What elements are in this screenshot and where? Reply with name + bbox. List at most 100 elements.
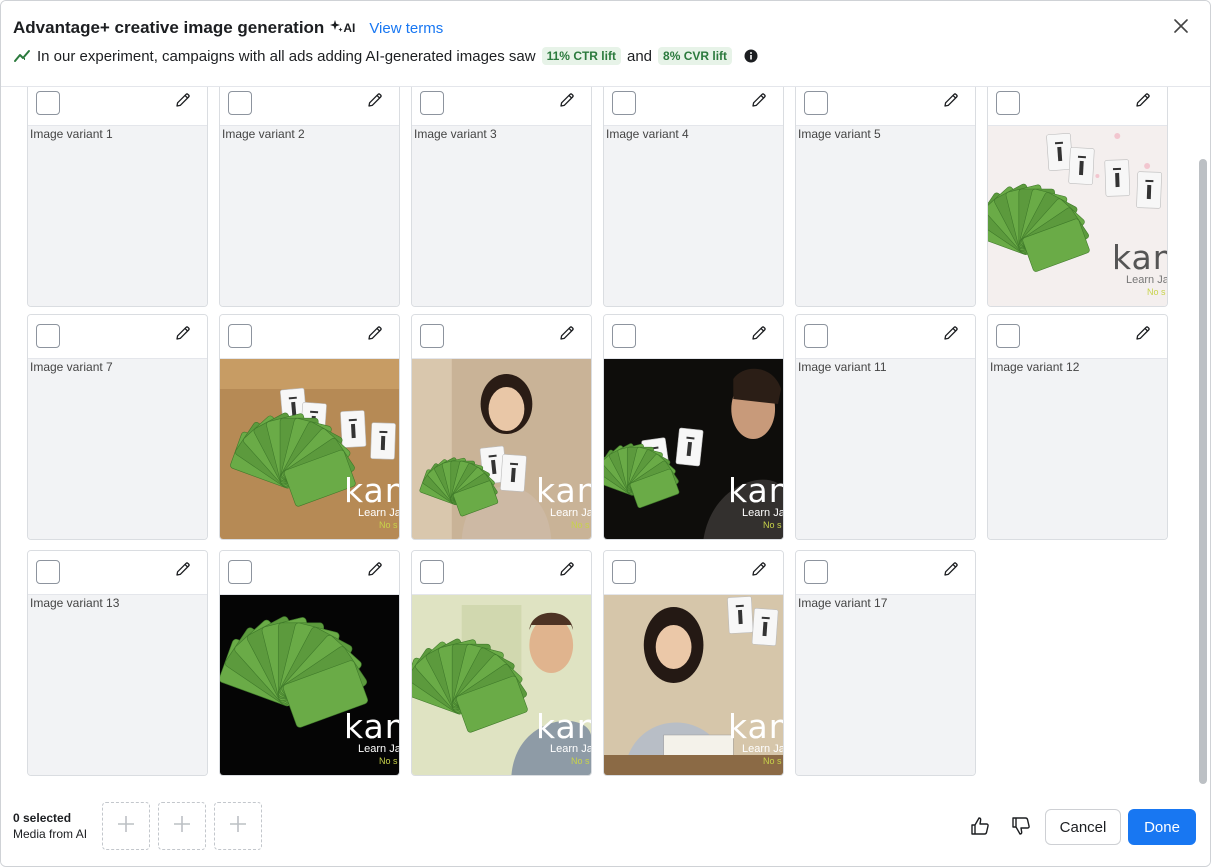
info-icon[interactable] — [744, 49, 758, 63]
sparkle-icon — [330, 20, 343, 36]
select-checkbox[interactable] — [36, 324, 60, 348]
edit-button[interactable] — [557, 92, 577, 112]
card-toolbar — [988, 87, 1167, 126]
image-variant-card[interactable]: Image variant 13 — [27, 550, 208, 776]
image-variant-card[interactable]: Image variant 5 — [795, 87, 976, 307]
image-alt-text: Image variant 12 — [990, 360, 1080, 374]
image-variant-card[interactable]: Image variant 3 — [411, 87, 592, 307]
card-image-area[interactable]: kanjLearn JaNo s — [604, 359, 783, 539]
select-checkbox[interactable] — [420, 560, 444, 584]
brand-tagline: No s — [763, 756, 782, 766]
done-button[interactable]: Done — [1128, 809, 1196, 845]
select-checkbox[interactable] — [420, 324, 444, 348]
pencil-icon — [559, 325, 575, 346]
card-toolbar — [796, 87, 975, 126]
brand-subtitle: Learn Ja — [1126, 274, 1167, 286]
card-toolbar — [220, 87, 399, 126]
image-variant-card[interactable]: Image variant 7 — [27, 314, 208, 540]
card-image-area[interactable]: Image variant 13 — [28, 595, 207, 775]
image-variant-card[interactable]: kanjLearn JaNo s — [411, 550, 592, 776]
image-variant-card[interactable]: kanjLearn JaNo s — [411, 314, 592, 540]
select-checkbox[interactable] — [612, 324, 636, 348]
select-checkbox[interactable] — [996, 324, 1020, 348]
select-checkbox[interactable] — [804, 560, 828, 584]
empty-media-slot[interactable] — [214, 802, 262, 850]
select-checkbox[interactable] — [420, 91, 444, 115]
card-image-area[interactable]: kanjLearn JaNo s — [604, 595, 783, 775]
brand-subtitle: Learn Ja — [742, 743, 783, 755]
edit-button[interactable] — [173, 561, 193, 581]
edit-button[interactable] — [749, 561, 769, 581]
edit-button[interactable] — [173, 92, 193, 112]
image-variant-card[interactable]: kanjLearn JaNo s — [603, 550, 784, 776]
card-image-area[interactable]: Image variant 12 — [988, 359, 1167, 539]
thumbs-down-button[interactable] — [1010, 816, 1032, 839]
brand-subtitle: Learn Ja — [358, 743, 399, 755]
select-checkbox[interactable] — [228, 560, 252, 584]
plus-icon — [229, 815, 247, 838]
select-checkbox[interactable] — [996, 91, 1020, 115]
edit-button[interactable] — [173, 325, 193, 345]
card-image-area[interactable]: Image variant 17 — [796, 595, 975, 775]
image-variant-card[interactable]: kanjLearn JaNo s — [603, 314, 784, 540]
select-checkbox[interactable] — [804, 324, 828, 348]
close-button[interactable] — [1170, 17, 1192, 39]
select-checkbox[interactable] — [36, 91, 60, 115]
pencil-icon — [367, 92, 383, 113]
card-image-area[interactable]: Image variant 11 — [796, 359, 975, 539]
edit-button[interactable] — [941, 325, 961, 345]
card-image-area[interactable]: Image variant 7 — [28, 359, 207, 539]
image-variant-card[interactable]: kanjLearn JaNo s — [987, 87, 1168, 307]
close-icon — [1174, 18, 1188, 38]
edit-button[interactable] — [557, 325, 577, 345]
edit-button[interactable] — [941, 561, 961, 581]
image-variant-card[interactable]: Image variant 1 — [27, 87, 208, 307]
empty-media-slot[interactable] — [158, 802, 206, 850]
pencil-icon — [175, 561, 191, 582]
image-variant-card[interactable]: Image variant 12 — [987, 314, 1168, 540]
image-variant-card[interactable]: Image variant 17 — [795, 550, 976, 776]
pencil-icon — [175, 325, 191, 346]
edit-button[interactable] — [941, 92, 961, 112]
image-variant-card[interactable]: Image variant 2 — [219, 87, 400, 307]
card-image-area[interactable]: Image variant 1 — [28, 126, 207, 306]
card-image-area[interactable]: Image variant 5 — [796, 126, 975, 306]
edit-button[interactable] — [365, 325, 385, 345]
empty-media-slot[interactable] — [102, 802, 150, 850]
edit-button[interactable] — [749, 325, 769, 345]
card-toolbar — [28, 551, 207, 595]
edit-button[interactable] — [1133, 92, 1153, 112]
card-image-area[interactable]: Image variant 4 — [604, 126, 783, 306]
card-toolbar — [412, 551, 591, 595]
edit-button[interactable] — [365, 92, 385, 112]
card-image-area[interactable]: kanjLearn JaNo s — [220, 595, 399, 775]
card-image-area[interactable]: Image variant 2 — [220, 126, 399, 306]
view-terms-link[interactable]: View terms — [369, 20, 443, 37]
card-toolbar — [988, 315, 1167, 359]
cancel-button[interactable]: Cancel — [1045, 809, 1121, 845]
thumbs-up-button[interactable] — [969, 816, 991, 839]
edit-button[interactable] — [365, 561, 385, 581]
scrollbar-thumb[interactable] — [1199, 159, 1207, 784]
select-checkbox[interactable] — [612, 91, 636, 115]
image-variant-card[interactable]: Image variant 4 — [603, 87, 784, 307]
select-checkbox[interactable] — [804, 91, 828, 115]
edit-button[interactable] — [749, 92, 769, 112]
edit-button[interactable] — [557, 561, 577, 581]
image-variant-card[interactable]: Image variant 11 — [795, 314, 976, 540]
dialog-header: Advantage+ creative image generation AI … — [1, 1, 1210, 87]
card-image-area[interactable]: kanjLearn JaNo s — [412, 595, 591, 775]
edit-button[interactable] — [1133, 325, 1153, 345]
select-checkbox[interactable] — [612, 560, 636, 584]
cvr-lift-badge: 8% CVR lift — [658, 47, 733, 65]
card-image-area[interactable]: kanjLearn JaNo s — [412, 359, 591, 539]
card-image-area[interactable]: Image variant 3 — [412, 126, 591, 306]
image-variant-card[interactable]: kanjLearn JaNo s — [219, 550, 400, 776]
select-checkbox[interactable] — [228, 324, 252, 348]
select-checkbox[interactable] — [228, 91, 252, 115]
dialog-title: Advantage+ creative image generation — [13, 18, 325, 37]
image-variant-card[interactable]: kanjLearn JaNo s — [219, 314, 400, 540]
select-checkbox[interactable] — [36, 560, 60, 584]
card-image-area[interactable]: kanjLearn JaNo s — [988, 126, 1167, 306]
card-image-area[interactable]: kanjLearn JaNo s — [220, 359, 399, 539]
